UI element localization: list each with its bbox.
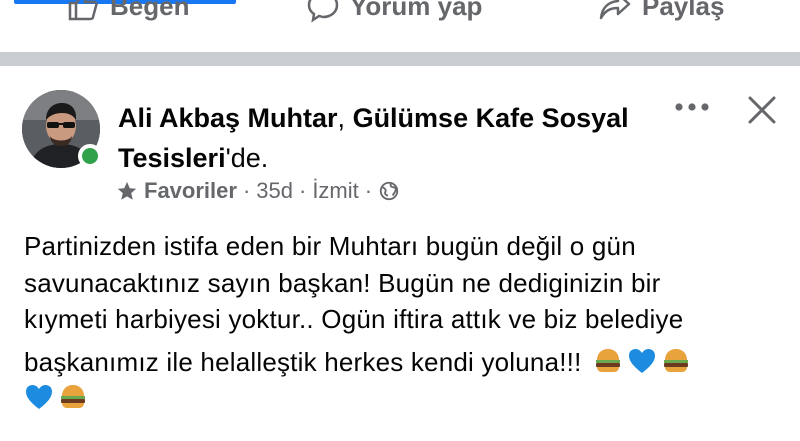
more-horizontal-icon [675,103,709,111]
hamburger-icon [663,348,688,372]
favorites-label[interactable]: Favoriler [144,178,237,204]
author-name-link[interactable]: Ali Akbaş Muhtar [118,103,338,133]
more-options-button[interactable] [672,92,712,122]
comment-label: Yorum yap [350,0,483,21]
post-meta: Favoriler · 35d · İzmit · [116,178,400,204]
meta-separator: · [242,178,251,203]
share-label: Paylaş [642,0,725,21]
hamburger-icon [595,348,620,372]
post-header-title: Ali Akbaş Muhtar, Gülümse Kafe Sosyal Te… [118,98,638,178]
post-text-line: başkanımız ile helalleştik herkes kendi … [24,344,794,381]
post-text: Partinizden istifa eden bir Muhtarı bugü… [24,228,794,417]
blue-heart-icon [628,348,655,373]
comment-button[interactable]: Yorum yap [306,0,482,26]
share-arrow-icon [599,0,631,20]
like-button[interactable]: Beğen [66,0,189,26]
feed-separator [0,52,800,66]
meta-separator: · [298,178,307,203]
blue-heart-icon [26,385,52,409]
post-place[interactable]: İzmit [312,178,358,204]
post-timestamp[interactable]: 35d [256,178,293,204]
meta-separator: · [364,178,373,203]
like-label: Beğen [110,0,190,21]
share-button[interactable]: Paylaş [598,0,724,26]
post-text-line: kıymeti harbiyesi yoktur.. Ogün iftira a… [24,304,684,334]
close-icon [748,96,776,124]
header-connector: , [337,103,353,133]
post-text-line: savunacaktınız sayın başkan! Bugün ne de… [24,267,661,298]
location-suffix: 'de. [225,143,269,173]
author-avatar[interactable] [22,90,102,168]
post-text-line: Partinizden istifa eden bir Muhtarı bugü… [24,231,636,261]
globe-icon [379,181,399,201]
hide-post-button[interactable] [740,88,784,132]
post-emoji-line [24,380,794,417]
thumbs-up-icon [68,0,98,21]
post-text-fragment: başkanımız ile helalleştik herkes kendi … [24,346,582,377]
comment-bubble-icon [307,0,339,23]
hamburger-icon [61,385,85,408]
star-icon [117,181,137,200]
post-action-bar: Beğen Yorum yap Paylaş [0,0,800,52]
online-status-dot [78,144,102,168]
